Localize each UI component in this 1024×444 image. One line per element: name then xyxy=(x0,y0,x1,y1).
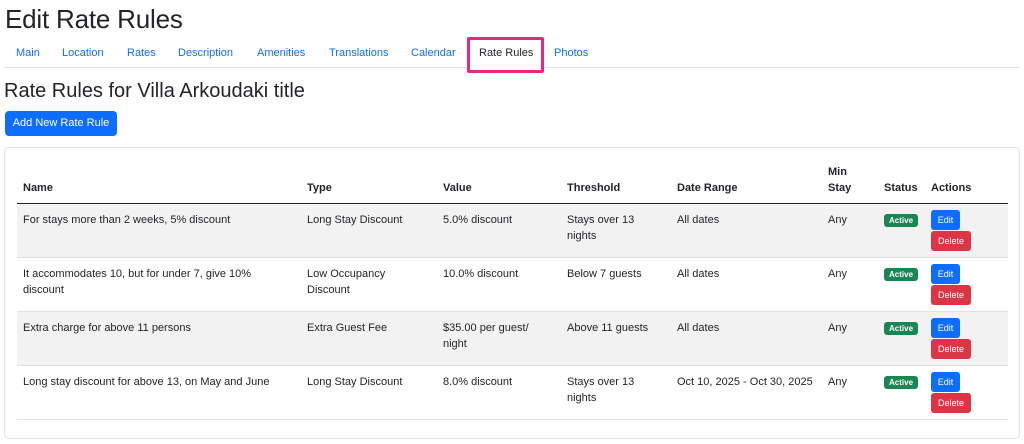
edit-button[interactable]: Edit xyxy=(931,209,960,230)
cell-name: For stays more than 2 weeks, 5% discount xyxy=(17,203,301,258)
status-badge: Active xyxy=(884,213,919,227)
edit-button[interactable]: Edit xyxy=(931,371,960,392)
header-threshold: Threshold xyxy=(561,158,671,204)
edit-button[interactable]: Edit xyxy=(931,263,960,284)
delete-button[interactable]: Delete xyxy=(931,338,971,359)
cell-date-range: Oct 10, 2025 - Oct 30, 2025 xyxy=(671,365,822,420)
table-row: For stays more than 2 weeks, 5% discount… xyxy=(17,203,1008,258)
header-name: Name xyxy=(17,158,301,204)
cell-min-stay: Any xyxy=(822,365,878,420)
header-date-range: Date Range xyxy=(671,158,822,204)
cell-threshold: Above 11 guests xyxy=(561,311,671,366)
cell-value: 10.0% discount xyxy=(437,257,561,312)
delete-button[interactable]: Delete xyxy=(931,230,971,251)
tab-amenities[interactable]: Amenities xyxy=(257,37,305,68)
cell-status: Active xyxy=(878,311,925,366)
cell-actions: Edit Delete xyxy=(925,311,1008,366)
rate-rules-table: Name Type Value Threshold Date Range Min… xyxy=(17,158,1008,420)
delete-button[interactable]: Delete xyxy=(931,284,971,305)
cell-value: $35.00 per guest/ night xyxy=(437,311,561,366)
cell-type: Long Stay Discount xyxy=(301,365,437,420)
cell-status: Active xyxy=(878,365,925,420)
cell-date-range: All dates xyxy=(671,257,822,312)
header-actions: Actions xyxy=(925,158,1008,204)
cell-type: Long Stay Discount xyxy=(301,203,437,258)
status-badge: Active xyxy=(884,267,919,281)
header-min-stay: Min Stay xyxy=(822,158,878,204)
header-status: Status xyxy=(878,158,925,204)
tab-translations[interactable]: Translations xyxy=(329,37,389,68)
tab-main[interactable]: Main xyxy=(16,37,40,68)
add-rate-rule-button[interactable]: Add New Rate Rule xyxy=(5,111,117,136)
tab-calendar[interactable]: Calendar xyxy=(411,37,456,68)
rate-rules-card: Name Type Value Threshold Date Range Min… xyxy=(4,147,1020,439)
cell-status: Active xyxy=(878,257,925,312)
edit-button[interactable]: Edit xyxy=(931,317,960,338)
cell-threshold: Stays over 13 nights xyxy=(561,365,671,420)
table-row: It accommodates 10, but for under 7, giv… xyxy=(17,257,1008,312)
status-badge: Active xyxy=(884,375,919,389)
header-value: Value xyxy=(437,158,561,204)
cell-actions: Edit Delete xyxy=(925,365,1008,420)
tab-location[interactable]: Location xyxy=(62,37,104,68)
page-title: Edit Rate Rules xyxy=(5,4,183,34)
cell-value: 8.0% discount xyxy=(437,365,561,420)
table-header-row: Name Type Value Threshold Date Range Min… xyxy=(17,158,1008,204)
table-row: Extra charge for above 11 persons Extra … xyxy=(17,311,1008,366)
cell-name: Long stay discount for above 13, on May … xyxy=(17,365,301,420)
header-type: Type xyxy=(301,158,437,204)
tab-photos[interactable]: Photos xyxy=(554,37,588,68)
cell-min-stay: Any xyxy=(822,311,878,366)
tab-rate-rules[interactable]: Rate Rules xyxy=(479,37,533,68)
cell-threshold: Below 7 guests xyxy=(561,257,671,312)
tab-bar: Main Location Rates Description Amenitie… xyxy=(4,37,1020,68)
table-row: Long stay discount for above 13, on May … xyxy=(17,365,1008,420)
cell-actions: Edit Delete xyxy=(925,257,1008,312)
cell-name: Extra charge for above 11 persons xyxy=(17,311,301,366)
cell-min-stay: Any xyxy=(822,203,878,258)
cell-status: Active xyxy=(878,203,925,258)
cell-threshold: Stays over 13 nights xyxy=(561,203,671,258)
delete-button[interactable]: Delete xyxy=(931,392,971,413)
cell-date-range: All dates xyxy=(671,311,822,366)
cell-min-stay: Any xyxy=(822,257,878,312)
section-title: Rate Rules for Villa Arkoudaki title xyxy=(4,80,305,102)
tab-rates[interactable]: Rates xyxy=(127,37,156,68)
cell-name: It accommodates 10, but for under 7, giv… xyxy=(17,257,301,312)
cell-type: Low Occupancy Discount xyxy=(301,257,437,312)
cell-type: Extra Guest Fee xyxy=(301,311,437,366)
status-badge: Active xyxy=(884,321,919,335)
cell-actions: Edit Delete xyxy=(925,203,1008,258)
cell-date-range: All dates xyxy=(671,203,822,258)
tab-description[interactable]: Description xyxy=(178,37,233,68)
cell-value: 5.0% discount xyxy=(437,203,561,258)
